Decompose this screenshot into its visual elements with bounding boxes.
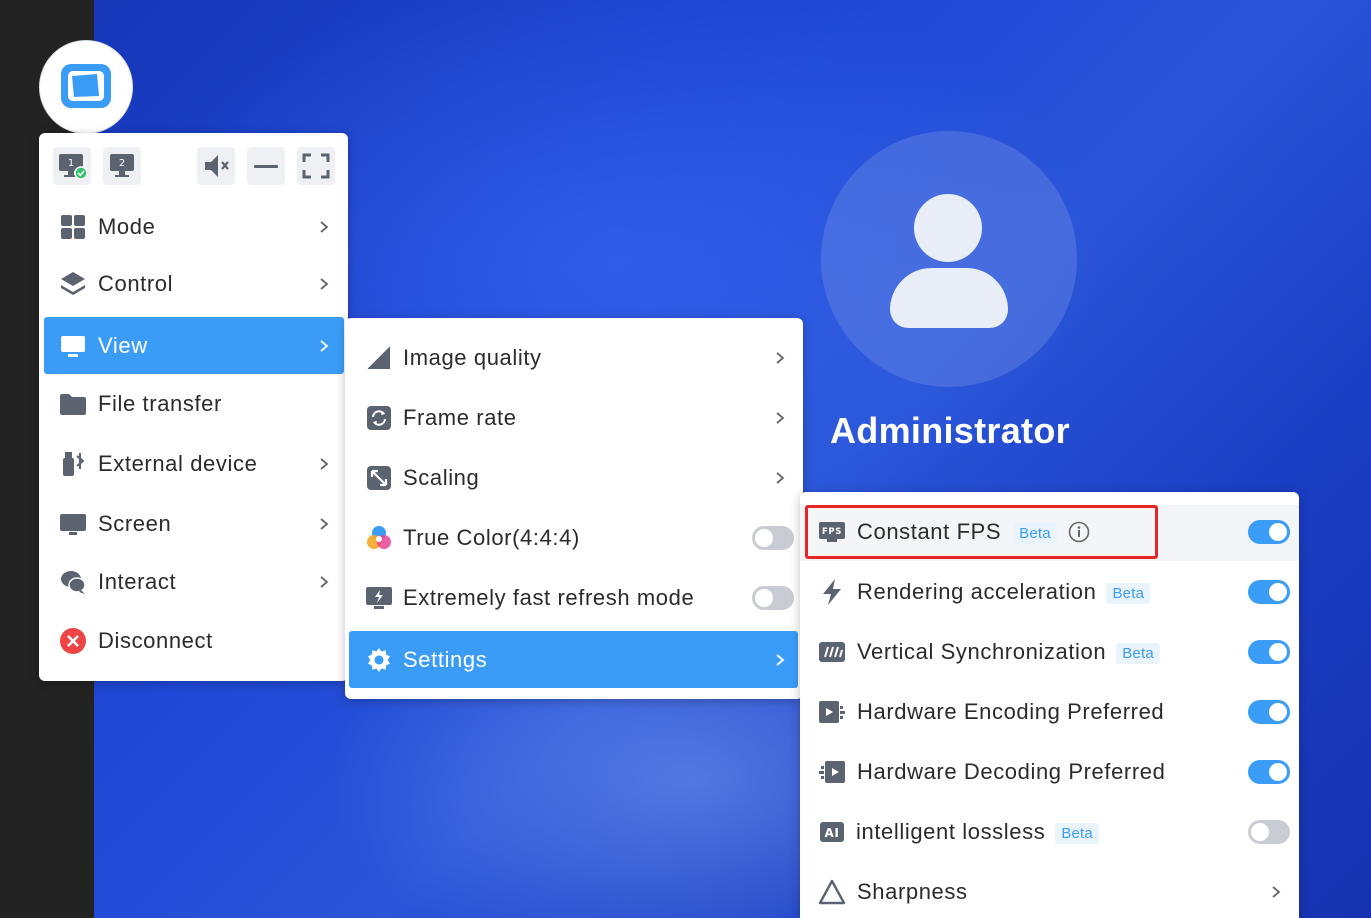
chevron-right-icon	[776, 653, 785, 666]
monitor-icon	[59, 332, 87, 360]
menu-item-label: Scaling	[403, 465, 480, 490]
chevron-right-icon	[320, 458, 329, 470]
menu-item-control[interactable]: Control	[59, 264, 339, 304]
monitor-2-number: 2	[119, 158, 125, 169]
settings-item-hardware-encoding[interactable]: Hardware Encoding Preferred	[818, 692, 1293, 732]
gear-icon	[365, 646, 393, 674]
chevron-right-icon	[1272, 886, 1281, 898]
menu-item-mode[interactable]: Mode	[59, 207, 339, 247]
usb-bluetooth-icon	[59, 450, 87, 478]
menu-item-view[interactable]: View	[44, 317, 344, 374]
chevron-right-icon	[776, 352, 785, 364]
settings-item-vertical-sync[interactable]: Vertical Synchronization Beta	[818, 632, 1293, 672]
menu-item-settings[interactable]: Settings	[349, 631, 798, 688]
menu-item-screen[interactable]: Screen	[59, 504, 339, 544]
hardware-decoding-toggle[interactable]	[1248, 760, 1290, 784]
chevron-right-icon	[776, 412, 785, 424]
highlight-annotation-box	[805, 505, 1158, 559]
menu-item-label: True Color(4:4:4)	[403, 525, 580, 550]
menu-item-image-quality[interactable]: Image quality	[365, 338, 790, 378]
user-name: Administrator	[830, 410, 1070, 451]
setting-label: Sharpness	[857, 879, 968, 904]
menu-item-scaling[interactable]: Scaling	[365, 458, 790, 498]
triangle-icon	[818, 878, 846, 906]
user-avatar-body	[890, 268, 1008, 328]
beta-badge: Beta	[1116, 642, 1160, 664]
fullscreen-icon[interactable]	[297, 147, 335, 185]
settings-item-intelligent-lossless[interactable]: AI intelligent lossless Beta	[818, 812, 1293, 852]
disconnect-icon	[59, 627, 87, 655]
menu-item-label: Mode	[98, 214, 156, 239]
hw-encoding-icon	[818, 698, 846, 726]
layers-icon	[59, 270, 87, 298]
rendering-acceleration-toggle[interactable]	[1248, 580, 1290, 604]
menu-item-label: Extremely fast refresh mode	[403, 585, 695, 610]
chat-icon	[59, 568, 87, 596]
folder-icon	[59, 390, 87, 418]
speaker-muted-icon[interactable]	[197, 147, 235, 185]
minimize-icon[interactable]	[247, 147, 285, 185]
vsync-icon	[818, 638, 846, 666]
menu-item-disconnect[interactable]: Disconnect	[59, 621, 339, 661]
menu-item-label: File transfer	[98, 391, 222, 416]
chevron-right-icon	[320, 339, 329, 352]
hardware-encoding-toggle[interactable]	[1248, 700, 1290, 724]
menu-item-label: External device	[98, 451, 258, 476]
true-color-icon	[365, 524, 393, 552]
image-quality-icon	[365, 344, 393, 372]
menu-item-label: Screen	[98, 511, 172, 536]
menu-item-label: View	[98, 332, 148, 358]
true-color-toggle[interactable]	[752, 526, 794, 550]
grid-icon	[59, 213, 87, 241]
intelligent-lossless-toggle[interactable]	[1248, 820, 1290, 844]
monitor-1-button[interactable]: 1	[53, 147, 91, 185]
frame-rate-icon	[365, 404, 393, 432]
beta-badge: Beta	[1055, 822, 1099, 844]
setting-label: Hardware Decoding Preferred	[857, 759, 1166, 784]
chevron-right-icon	[776, 472, 785, 484]
vertical-sync-toggle[interactable]	[1248, 640, 1290, 664]
settings-item-rendering-acceleration[interactable]: Rendering acceleration Beta	[818, 572, 1293, 612]
lightning-icon	[818, 578, 846, 606]
setting-label: Vertical Synchronization	[857, 639, 1107, 664]
setting-label: Rendering acceleration	[857, 579, 1097, 604]
menu-item-label: Settings	[403, 646, 488, 672]
monitor-2-button[interactable]: 2	[103, 147, 141, 185]
screen-icon	[59, 510, 87, 538]
menu-item-true-color[interactable]: True Color(4:4:4)	[365, 518, 795, 558]
menu-item-label: Control	[98, 271, 174, 296]
setting-label: intelligent lossless	[856, 819, 1046, 844]
menu-item-file-transfer[interactable]: File transfer	[59, 384, 339, 424]
user-avatar-head	[914, 194, 982, 262]
monitor-1-number: 1	[68, 158, 74, 169]
main-menu: 1 2 Mode Control View File transfer Exte…	[39, 133, 348, 681]
menu-item-frame-rate[interactable]: Frame rate	[365, 398, 790, 438]
chevron-right-icon	[320, 278, 329, 290]
menu-toolbar: 1 2	[53, 147, 335, 185]
ai-icon: AI	[818, 818, 846, 846]
scaling-icon	[365, 464, 393, 492]
beta-badge: Beta	[1106, 582, 1151, 604]
menu-item-label: Disconnect	[98, 628, 213, 653]
hw-decoding-icon	[818, 758, 846, 786]
chevron-right-icon	[320, 576, 329, 588]
fast-refresh-icon	[365, 584, 393, 612]
menu-item-interact[interactable]: Interact	[59, 562, 339, 602]
svg-text:AI: AI	[825, 826, 840, 840]
view-submenu: Image quality Frame rate Scaling True Co…	[345, 318, 803, 699]
menu-item-label: Frame rate	[403, 405, 517, 430]
menu-item-external-device[interactable]: External device	[59, 444, 339, 484]
menu-item-label: Interact	[98, 569, 177, 594]
settings-item-sharpness[interactable]: Sharpness	[818, 872, 1293, 912]
chevron-right-icon	[320, 221, 329, 233]
constant-fps-toggle[interactable]	[1248, 520, 1290, 544]
menu-item-label: Image quality	[403, 345, 542, 370]
menu-item-fast-refresh[interactable]: Extremely fast refresh mode	[365, 578, 795, 618]
remote-desktop-logo-icon[interactable]	[39, 40, 133, 134]
fast-refresh-toggle[interactable]	[752, 586, 794, 610]
setting-label: Hardware Encoding Preferred	[857, 699, 1165, 724]
chevron-right-icon	[320, 518, 329, 530]
settings-item-hardware-decoding[interactable]: Hardware Decoding Preferred	[818, 752, 1293, 792]
